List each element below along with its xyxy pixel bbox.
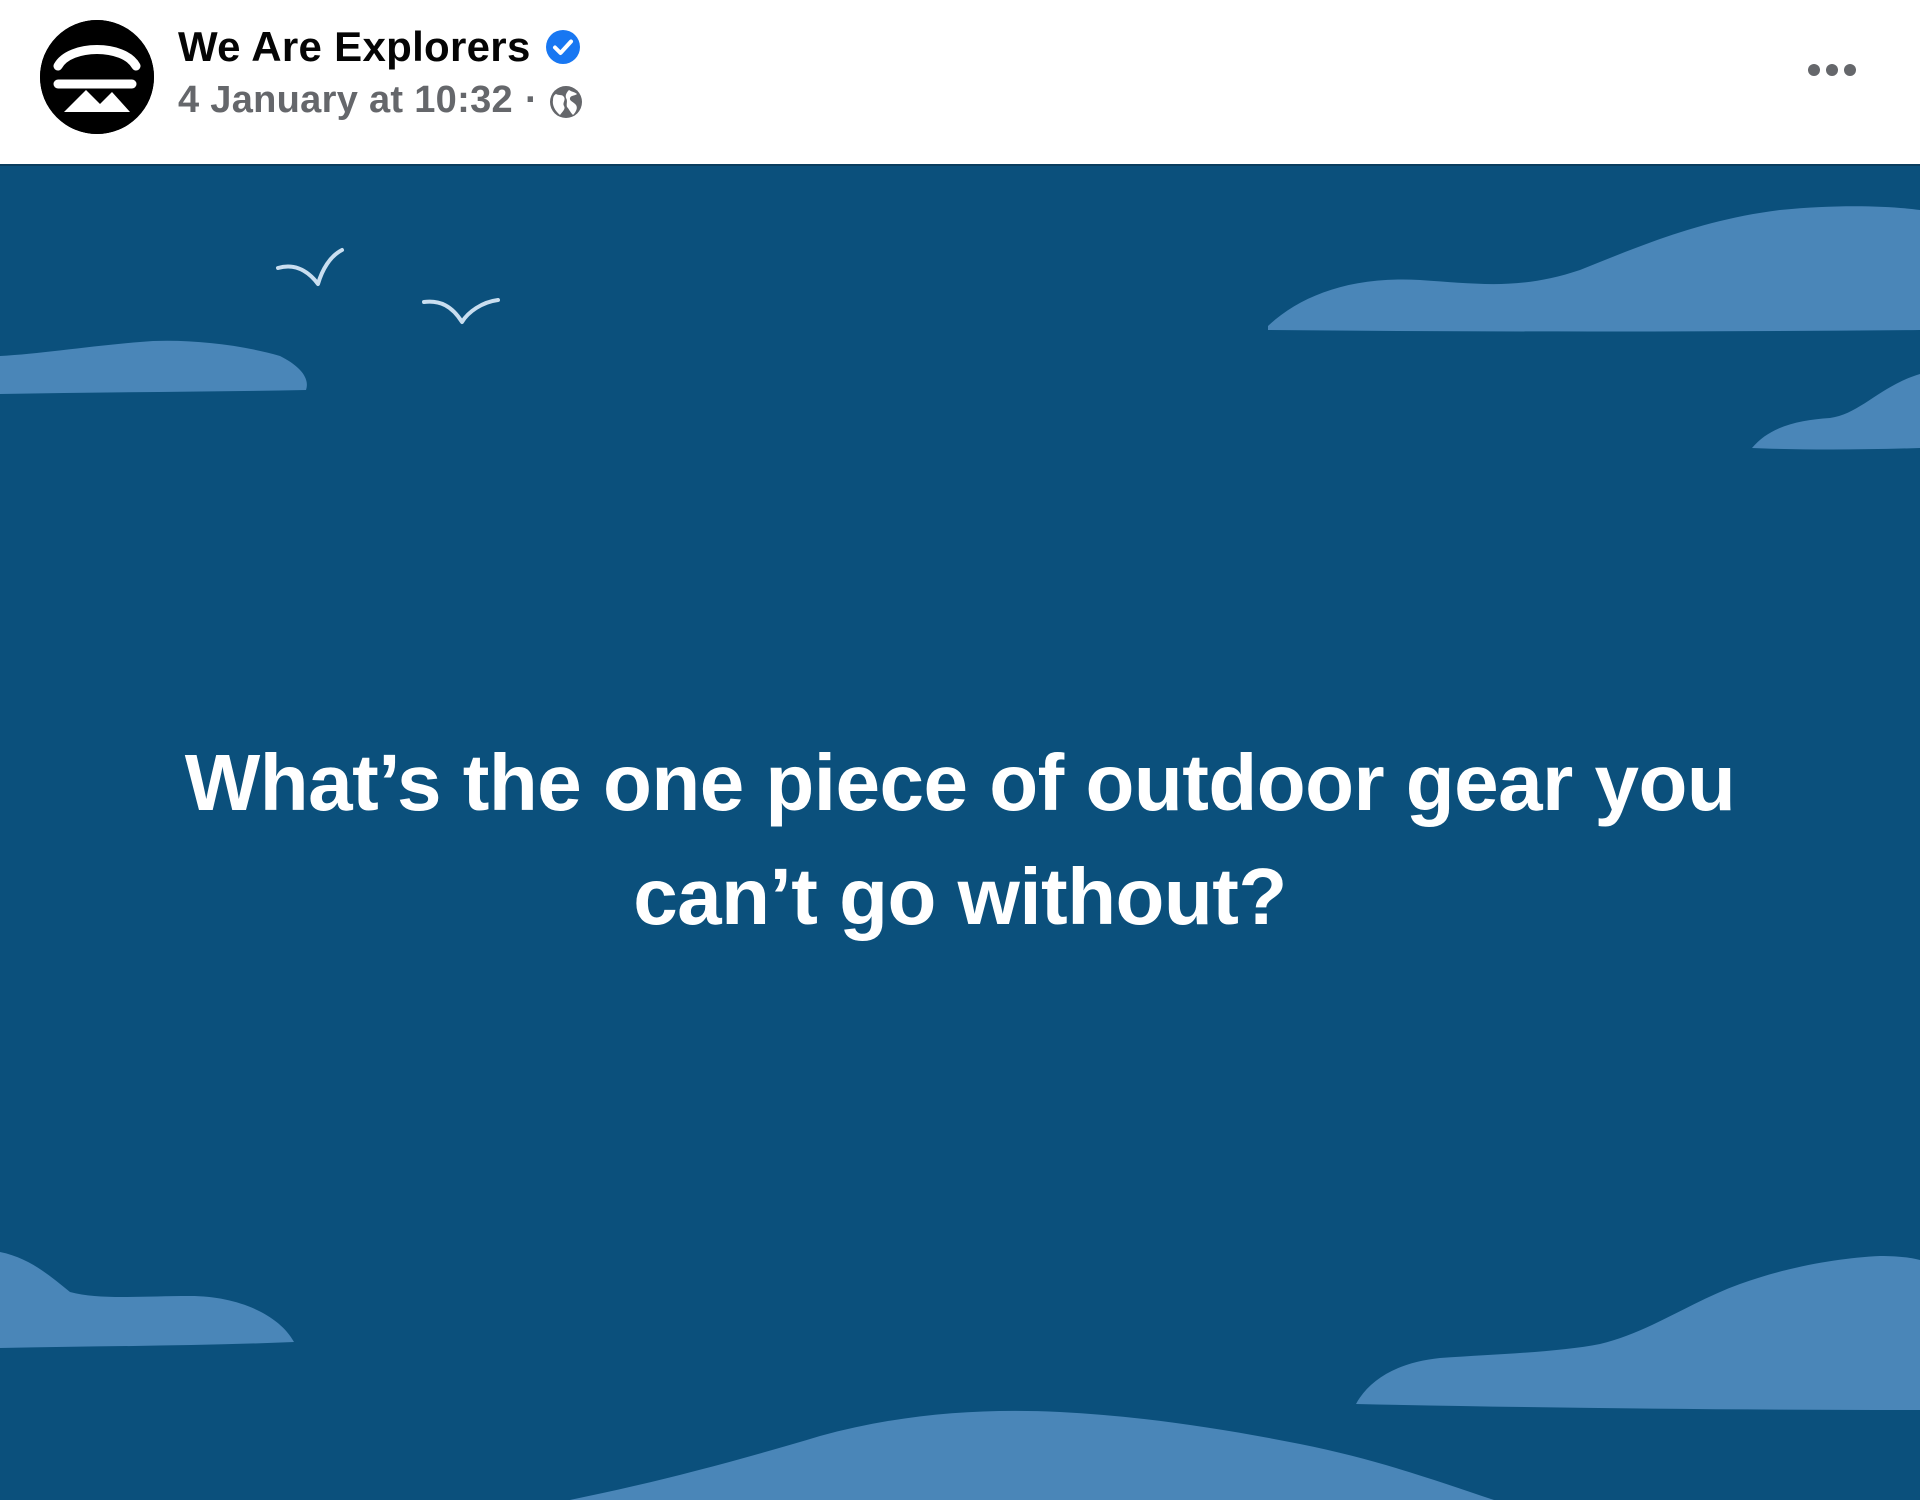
bird-icon [422, 298, 500, 324]
post-timestamp[interactable]: 4 January at 10:32 [178, 79, 513, 122]
cloud-icon [0, 340, 307, 394]
facebook-post: We Are Explorers 4 January at 10:32 · Wh… [0, 0, 1920, 1500]
post-header: We Are Explorers 4 January at 10:32 · [0, 0, 1920, 164]
post-background: What’s the one piece of outdoor gear you… [0, 164, 1920, 1500]
cloud-icon [0, 1252, 294, 1348]
page-name[interactable]: We Are Explorers [178, 23, 531, 71]
cloud-icon [569, 1410, 1495, 1500]
we-are-explorers-logo-icon [40, 20, 154, 134]
post-text: What’s the one piece of outdoor gear you… [184, 738, 1736, 941]
cloud-icon [1752, 374, 1920, 450]
more-options-button[interactable] [1800, 48, 1864, 92]
author-row: We Are Explorers [178, 22, 581, 72]
cloud-icon [1268, 206, 1920, 332]
bird-icon [276, 248, 344, 286]
meta-separator: · [524, 78, 538, 121]
page-avatar[interactable] [40, 20, 154, 134]
globe-icon[interactable] [548, 84, 584, 120]
post-meta: 4 January at 10:32 · [178, 76, 584, 124]
cloud-icon [1356, 1256, 1920, 1410]
verified-badge-icon [545, 30, 580, 64]
more-horizontal-icon [1808, 64, 1856, 76]
